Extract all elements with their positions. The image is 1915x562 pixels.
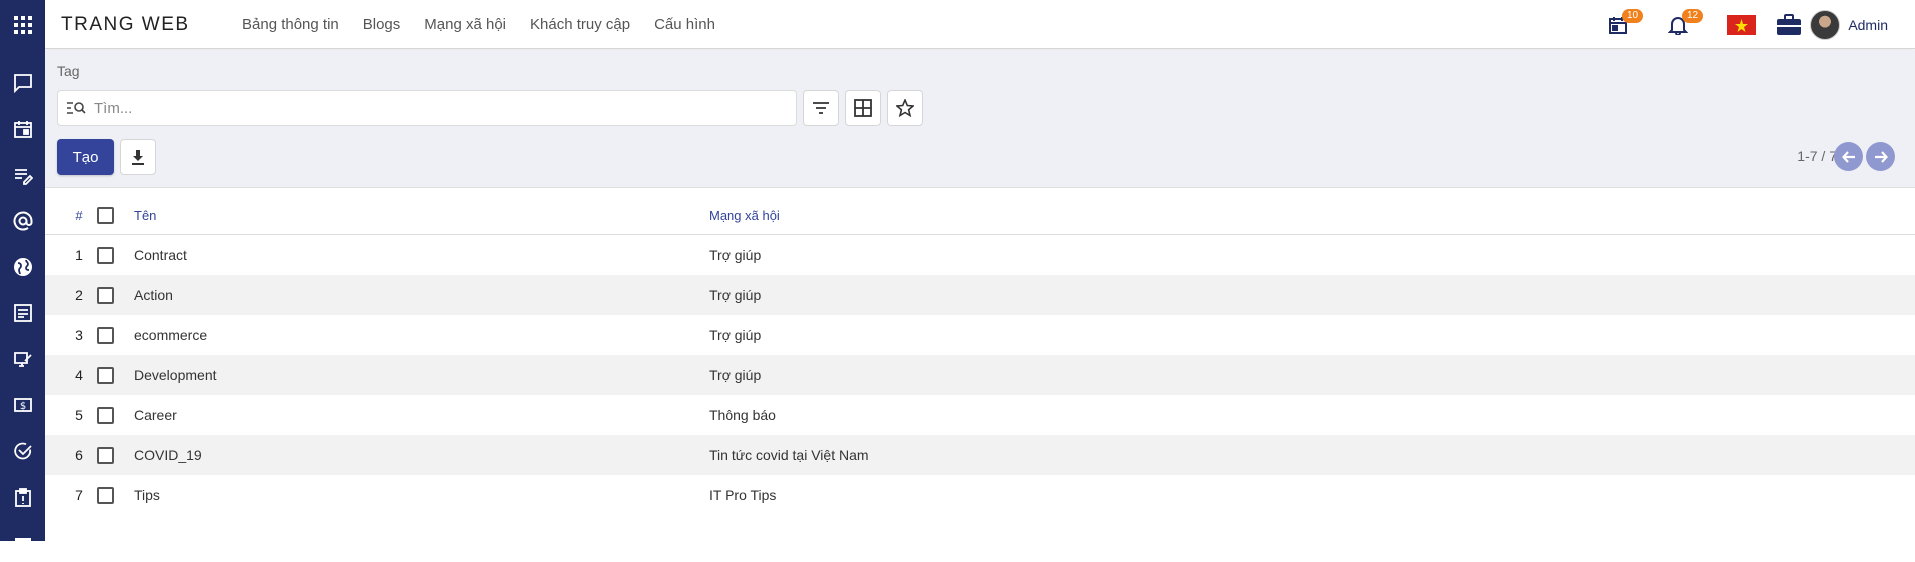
top-navbar: TRANG WEB Bảng thông tin Blogs Mạng xã h…	[45, 0, 1915, 49]
favorites-button[interactable]	[887, 90, 923, 126]
row-checkbox[interactable]	[97, 475, 115, 515]
tag-name[interactable]: Development	[134, 355, 217, 395]
search-box[interactable]: Tìm...	[57, 90, 797, 126]
main-menu: Bảng thông tin Blogs Mạng xã hội Khách t…	[242, 16, 739, 33]
more-icon[interactable]	[0, 522, 45, 562]
row-number: 2	[75, 287, 83, 303]
column-header-network[interactable]: Mạng xã hội	[709, 195, 780, 235]
table-row[interactable]: 7 Tips IT Pro Tips	[45, 475, 1915, 515]
avatar	[1810, 10, 1841, 40]
group-by-button[interactable]	[845, 90, 881, 126]
row-number: 5	[75, 407, 83, 423]
vietnam-flag-icon	[1727, 15, 1756, 35]
column-header-number: #	[75, 207, 83, 223]
menu-item-dashboard[interactable]: Bảng thông tin	[242, 16, 339, 33]
at-icon[interactable]	[0, 201, 45, 241]
pager-value[interactable]: 1-7 / 7	[1797, 148, 1837, 164]
table-row[interactable]: 5 Career Thông báo	[45, 395, 1915, 435]
calendar-notify-button[interactable]: 10	[1608, 9, 1644, 38]
create-button[interactable]: Tạo	[57, 139, 114, 175]
star-icon	[896, 99, 914, 117]
user-menu[interactable]: Admin	[1810, 10, 1888, 40]
table-row[interactable]: 4 Development Trợ giúp	[45, 355, 1915, 395]
menu-item-visitors[interactable]: Khách truy cập	[530, 16, 630, 33]
tag-network[interactable]: Tin tức covid tại Việt Nam	[709, 435, 869, 475]
table-row[interactable]: 6 COVID_19 Tin tức covid tại Việt Nam	[45, 435, 1915, 475]
breadcrumb: Tag	[57, 63, 80, 79]
user-name: Admin	[1848, 17, 1888, 33]
row-number: 4	[75, 367, 83, 383]
row-checkbox[interactable]	[97, 275, 115, 315]
menu-item-blogs[interactable]: Blogs	[363, 16, 401, 33]
tag-network[interactable]: Trợ giúp	[709, 315, 761, 355]
filter-icon	[813, 102, 829, 114]
calendar-badge: 10	[1622, 9, 1644, 23]
tag-network[interactable]: Trợ giúp	[709, 235, 761, 275]
column-header-name[interactable]: Tên	[134, 195, 156, 235]
app-brand[interactable]: TRANG WEB	[61, 14, 190, 36]
tag-name[interactable]: Contract	[134, 235, 187, 275]
row-checkbox[interactable]	[97, 395, 115, 435]
download-icon	[132, 150, 144, 165]
tag-name[interactable]: Action	[134, 275, 173, 315]
notes-edit-icon[interactable]	[0, 155, 45, 195]
previous-page-button[interactable]	[1834, 142, 1863, 171]
tag-network[interactable]: IT Pro Tips	[709, 475, 776, 515]
notification-badge: 12	[1682, 9, 1704, 23]
briefcase-button[interactable]	[1776, 12, 1802, 38]
chat-icon[interactable]	[0, 63, 45, 103]
money-icon[interactable]: $	[0, 385, 45, 425]
tag-name[interactable]: ecommerce	[134, 315, 207, 355]
menu-item-config[interactable]: Cấu hình	[654, 16, 715, 33]
row-checkbox[interactable]	[97, 315, 115, 355]
website-edit-icon[interactable]	[0, 339, 45, 379]
search-filter-icon	[67, 102, 86, 114]
table-row[interactable]: 2 Action Trợ giúp	[45, 275, 1915, 315]
filter-button[interactable]	[803, 90, 839, 126]
table-row[interactable]: 1 Contract Trợ giúp	[45, 235, 1915, 275]
tag-name[interactable]: Career	[134, 395, 177, 435]
row-checkbox[interactable]	[97, 355, 115, 395]
tag-network[interactable]: Thông báo	[709, 395, 776, 435]
grid-icon	[854, 99, 872, 117]
control-panel: Tag Tìm... Tạo 1-7 / 7	[45, 50, 1915, 188]
next-page-button[interactable]	[1866, 142, 1895, 171]
row-number: 7	[75, 487, 83, 503]
row-number: 1	[75, 247, 83, 263]
briefcase-icon	[1777, 14, 1801, 35]
download-button[interactable]	[120, 139, 156, 175]
check-circle-icon[interactable]	[0, 431, 45, 471]
table-header: # Tên Mạng xã hội	[45, 195, 1915, 235]
article-icon[interactable]	[0, 293, 45, 333]
row-checkbox[interactable]	[97, 235, 115, 275]
arrow-right-icon	[1874, 150, 1888, 163]
tag-name[interactable]: COVID_19	[134, 435, 202, 475]
select-all-checkbox[interactable]	[97, 195, 115, 235]
apps-icon[interactable]	[0, 5, 45, 45]
arrow-left-icon	[1841, 150, 1855, 163]
table-row[interactable]: 3 ecommerce Trợ giúp	[45, 315, 1915, 355]
row-checkbox[interactable]	[97, 435, 115, 475]
search-input[interactable]: Tìm...	[94, 100, 132, 117]
notification-button[interactable]: 12	[1668, 9, 1704, 38]
language-flag-button[interactable]	[1727, 12, 1756, 38]
tag-network[interactable]: Trợ giúp	[709, 355, 761, 395]
row-number: 3	[75, 327, 83, 343]
tag-name[interactable]: Tips	[134, 475, 160, 515]
globe-icon[interactable]	[0, 247, 45, 287]
tag-network[interactable]: Trợ giúp	[709, 275, 761, 315]
menu-item-social[interactable]: Mạng xã hội	[424, 16, 506, 33]
row-number: 6	[75, 447, 83, 463]
clipboard-icon[interactable]	[0, 477, 45, 517]
svg-text:$: $	[19, 401, 25, 412]
calendar-icon[interactable]	[0, 109, 45, 149]
tag-list-table: # Tên Mạng xã hội 1 Contract Trợ giúp 2 Acti…	[45, 195, 1915, 515]
left-sidebar: $	[0, 0, 45, 552]
